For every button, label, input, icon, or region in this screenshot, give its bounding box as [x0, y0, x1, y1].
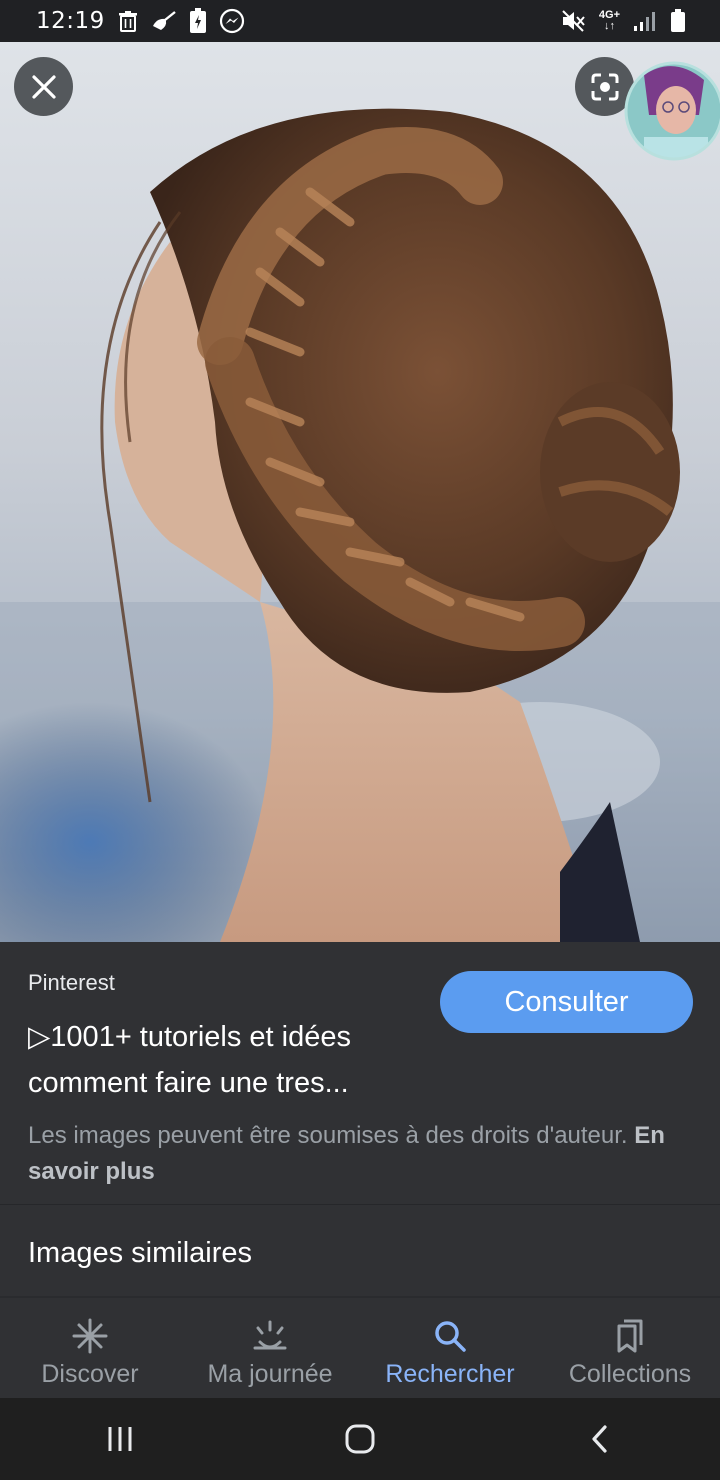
recents-icon [108, 1427, 132, 1451]
nav-label: Collections [568, 1360, 692, 1388]
back-icon [592, 1425, 607, 1453]
status-bar: 12:19 4G+ ↓↑ [0, 0, 720, 42]
messenger-icon [219, 8, 245, 34]
similar-images-title: Images similaires [28, 1237, 252, 1269]
mute-icon [561, 9, 587, 33]
status-right: 4G+ ↓↑ [561, 9, 686, 33]
close-icon [31, 74, 56, 99]
broom-icon [151, 10, 177, 32]
nav-label: Ma journée [207, 1360, 333, 1388]
source-name[interactable]: Pinterest [28, 970, 115, 996]
home-button[interactable] [310, 1409, 410, 1469]
status-left: 12:19 [36, 8, 245, 34]
home-icon [345, 1424, 375, 1454]
nav-label: Discover [41, 1360, 139, 1388]
search-icon [435, 1321, 466, 1352]
signal-icon [632, 10, 658, 32]
copyright-notice: Les images peuvent être soumises à des d… [28, 1118, 668, 1190]
nav-discover[interactable]: Discover [0, 1298, 180, 1400]
back-button[interactable] [550, 1409, 650, 1469]
profile-avatar[interactable] [624, 55, 720, 165]
result-info-panel: Pinterest ▷1001+ tutoriels et idées comm… [0, 942, 720, 1204]
nav-ma-journee[interactable]: Ma journée [180, 1298, 360, 1400]
recents-button[interactable] [70, 1409, 170, 1469]
google-lens-icon [591, 73, 618, 100]
network-type: 4G+ ↓↑ [598, 9, 620, 32]
copyright-text: Les images peuvent être soumises à des d… [28, 1122, 628, 1149]
sunrise-icon [253, 1320, 287, 1350]
bookmarks-icon [617, 1319, 643, 1353]
battery-saver-icon [189, 8, 207, 34]
hairstyle-photo [0, 42, 720, 942]
nav-collections[interactable]: Collections [540, 1298, 720, 1400]
similar-images-section: Images similaires [0, 1204, 720, 1297]
battery-icon [670, 9, 686, 33]
result-title[interactable]: ▷1001+ tutoriels et idées comment faire … [28, 1014, 438, 1106]
close-button[interactable] [14, 57, 73, 116]
asterisk-icon [72, 1318, 108, 1354]
trash-icon [117, 10, 139, 32]
clock: 12:19 [36, 8, 105, 34]
consult-button[interactable]: Consulter [440, 971, 693, 1033]
nav-label: Rechercher [385, 1360, 515, 1388]
image-viewer[interactable] [0, 42, 720, 942]
nav-rechercher[interactable]: Rechercher [360, 1298, 540, 1400]
bottom-nav: Discover Ma journée Rechercher Collectio… [0, 1296, 720, 1400]
system-nav-bar [0, 1398, 720, 1480]
